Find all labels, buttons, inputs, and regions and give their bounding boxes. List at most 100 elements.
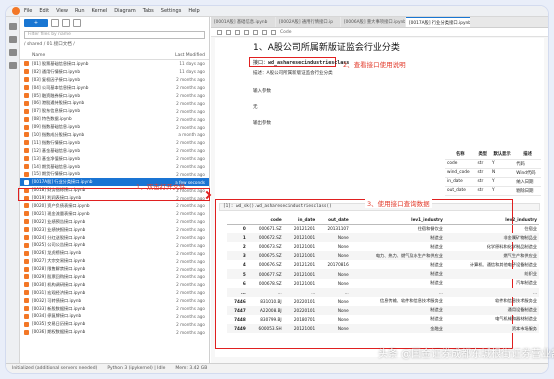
result-header-cell: out_date — [317, 215, 351, 225]
notebook-icon — [24, 69, 29, 75]
result-cell: 831010.BJ — [260, 298, 282, 304]
result-cell: 20121001 — [293, 244, 316, 250]
file-item[interactable]: [0027] 大宗交易接口.ipynb 2 months ago — [20, 257, 209, 265]
folder-icon[interactable] — [8, 23, 17, 30]
add-cell-icon[interactable] — [226, 29, 231, 35]
menu-edit[interactable]: Edit — [39, 8, 49, 14]
notebook-area: [0001A股] 基础信息.ipynb [0002A股] 通用行情接口.ip [… — [211, 17, 548, 363]
commands-icon[interactable] — [8, 49, 17, 56]
column-last-modified[interactable]: Last Modified — [175, 53, 205, 58]
run-icon[interactable] — [262, 29, 267, 35]
tab-notebook-2[interactable]: [0002A股] 通用行情接口.ip — [276, 17, 340, 27]
file-item[interactable]: [0036] 期权数据接口.ipynb 2 months ago — [20, 328, 209, 336]
result-cell: 非金属矿物制品业 — [444, 233, 539, 243]
file-item[interactable]: [06] 港股通持股接口.ipynb 2 months ago — [20, 99, 209, 107]
column-name[interactable]: Name — [24, 53, 175, 58]
filter-input[interactable]: Filter files by name — [24, 31, 205, 39]
result-cell: 燃气生产和供应业 — [444, 251, 539, 261]
file-item[interactable]: [11] 指数行情接口.ipynb 2 months ago — [20, 139, 209, 147]
file-item[interactable]: [0033] 新股数据接口.ipynb 2 months ago — [20, 305, 209, 313]
menu-view[interactable]: View — [56, 8, 68, 14]
file-item[interactable]: [10] 指数成分股接口.ipynb a month ago — [20, 131, 209, 139]
menu-run[interactable]: Run — [75, 8, 85, 14]
file-item[interactable]: [07] 股东信息接口.ipynb 2 months ago — [20, 107, 209, 115]
file-modified: 2 months ago — [176, 77, 205, 83]
paste-icon[interactable] — [253, 29, 258, 35]
menu-help[interactable]: Help — [188, 8, 199, 14]
result-cell: 制造业 — [350, 305, 445, 315]
file-name: [13] 基金净值接口.ipynb — [32, 155, 80, 161]
menu-settings[interactable]: Settings — [161, 8, 182, 14]
tab-notebook-1[interactable]: [0001A股] 基础信息.ipynb — [211, 17, 275, 27]
file-item[interactable]: [0026] 龙虎榜接口.ipynb 2 months ago — [20, 249, 209, 257]
result-cell: 000671.SZ — [258, 226, 282, 232]
file-item[interactable]: [0032] 可转债接口.ipynb 2 months ago — [20, 297, 209, 305]
file-item[interactable]: [0023] 业绩快报接口.ipynb 2 months ago — [20, 226, 209, 234]
file-item[interactable]: [15] 期货行情接口.ipynb 2 months ago — [20, 170, 209, 178]
file-modified: 2 months ago — [176, 203, 205, 209]
file-item[interactable]: [0029] 股票回购接口.ipynb 2 months ago — [20, 273, 209, 281]
file-item[interactable]: [02] 通用行情接口.ipynb 11 days ago — [20, 68, 209, 76]
params-header-cell: 名称 — [445, 150, 476, 160]
file-item[interactable]: [0035] 交易日历接口.ipynb 2 months ago — [20, 320, 209, 328]
file-item[interactable]: [0021] 现金流量表接口.ipynb 2 months ago — [20, 210, 209, 218]
refresh-icon[interactable] — [73, 19, 81, 27]
file-name: [01] 股票基础信息接口.ipynb — [32, 60, 89, 66]
cut-icon[interactable] — [235, 29, 240, 35]
status-kernel[interactable]: Python 3 (ipykernel) | Idle — [107, 366, 165, 371]
file-item[interactable]: [05] 融资融券接口.ipynb 2 months ago — [20, 92, 209, 100]
file-item[interactable]: [08] 特色数据.ipynb 2 months ago — [20, 115, 209, 123]
file-name: [0025] 公司公告接口.ipynb — [32, 242, 86, 248]
menu-diagram[interactable]: Diagram — [114, 8, 135, 14]
file-item[interactable]: [12] 基金基础信息.ipynb 2 months ago — [20, 147, 209, 155]
file-item[interactable]: [0022] 业绩预告接口.ipynb 2 months ago — [20, 218, 209, 226]
tab-notebook-3[interactable]: [0006A股] 重大事项接口.ipynb — [341, 17, 405, 27]
file-item[interactable]: [09] 指数基础信息.ipynb 2 months ago — [20, 123, 209, 131]
menu-kernel[interactable]: Kernel — [92, 8, 108, 14]
menu-tabs[interactable]: Tabs — [143, 8, 154, 14]
file-item[interactable]: [0025] 公司公告接口.ipynb 2 months ago — [20, 241, 209, 249]
file-item[interactable]: [0031] 宏观经济接口.ipynb 2 months ago — [20, 289, 209, 297]
stop-icon[interactable] — [271, 29, 276, 35]
params-cell: out_date — [445, 186, 476, 196]
tabs-icon[interactable] — [8, 62, 17, 69]
save-icon[interactable] — [217, 29, 222, 35]
file-item[interactable]: [13] 基金净值接口.ipynb 2 months ago — [20, 155, 209, 163]
code-cell[interactable]: [1]: wd_sk().wd_asharesecindustriesclass… — [215, 197, 544, 357]
result-cell: 信息传输、软件和信息技术服务业 — [380, 298, 443, 304]
notebook-icon — [24, 274, 29, 280]
tab-notebook-active[interactable]: [0017A股] 行业分类接口.ipynb — [406, 17, 470, 27]
file-item[interactable]: [04] 公司基本信息接口.ipynb 2 months ago — [20, 84, 209, 92]
menu-file[interactable]: File — [24, 8, 32, 14]
new-launcher-button[interactable]: + — [24, 19, 48, 27]
file-item[interactable]: [0034] 停复牌接口.ipynb 2 months ago — [20, 313, 209, 321]
file-modified: 2 months ago — [176, 282, 205, 288]
file-modified: 2 months ago — [176, 116, 205, 122]
file-item[interactable]: [0020] 资产负债表接口.ipynb 2 months ago — [20, 202, 209, 210]
file-item[interactable]: [01] 股票基础信息接口.ipynb 11 days ago — [20, 60, 209, 68]
result-cell: 2 — [242, 244, 246, 250]
file-item[interactable]: [0030] 机构调研接口.ipynb 2 months ago — [20, 281, 209, 289]
file-name: [0027] 大宗交易接口.ipynb — [32, 258, 86, 264]
file-item[interactable]: [0028] 限售解禁接口.ipynb 2 months ago — [20, 265, 209, 273]
new-folder-icon[interactable] — [51, 19, 59, 27]
result-cell: 600053.SH — [247, 324, 284, 334]
cell-type-select[interactable]: Code — [280, 30, 292, 35]
result-row: 7446 831010.BJ 20220101 None 信息传输、软件和信息技术服务业… — [227, 297, 539, 306]
result-table: code in_date out_date lev1_industry lev2_ind… — [227, 215, 539, 334]
file-item[interactable]: [0024] 分红送股接口.ipynb 2 months ago — [20, 234, 209, 242]
app-window: File Edit View Run Kernel Diagram Tabs S… — [6, 6, 548, 373]
file-name: [0031] 宏观经济接口.ipynb — [32, 289, 86, 295]
file-name: [0029] 股票回购接口.ipynb — [32, 273, 86, 279]
file-modified: 2 months ago — [176, 329, 205, 335]
result-cell: 制造业 — [350, 269, 445, 279]
result-cell: None — [337, 298, 349, 304]
running-icon[interactable] — [8, 36, 17, 43]
output-params-label: 输出参数 — [253, 121, 271, 126]
file-item[interactable]: [03] 复权因子接口.ipynb 2 months ago — [20, 76, 209, 84]
file-item[interactable]: [14] 期货基础信息.ipynb 2 months ago — [20, 163, 209, 171]
upload-icon[interactable] — [62, 19, 70, 27]
file-modified: 2 months ago — [176, 250, 205, 256]
copy-icon[interactable] — [244, 29, 249, 35]
breadcrumb[interactable]: / shared / 01.接口文档 / — [24, 41, 205, 49]
